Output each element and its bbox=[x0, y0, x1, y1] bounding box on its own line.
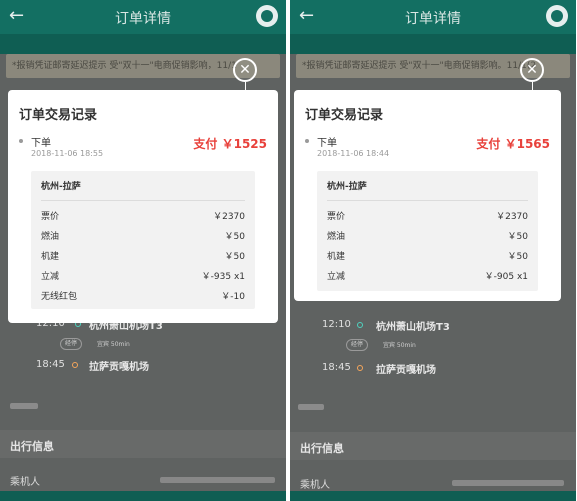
arrival-airport: 拉萨贡嘎机场 bbox=[89, 362, 149, 373]
fee-row: 机建 ￥50 bbox=[327, 247, 528, 267]
fee-label: 燃油 bbox=[327, 232, 346, 242]
fee-value: ￥50 bbox=[507, 232, 528, 242]
screen-right: ← 订单详情 *报销凭证邮寄延迟提示 受"双十一"电商促销影响。11/1(2 1… bbox=[290, 0, 576, 501]
bottom-bar bbox=[290, 491, 576, 501]
departure-airport: 杭州萧山机场T3 bbox=[376, 322, 450, 333]
passenger-label: 乘机人 bbox=[10, 477, 40, 488]
arrival-dot bbox=[357, 365, 363, 371]
fee-value: ￥2370 bbox=[496, 212, 528, 222]
departure-time: 12:10 bbox=[322, 319, 351, 330]
fee-row: 机建 ￥50 bbox=[41, 247, 245, 267]
fee-row: 无线红包 ￥-10 bbox=[41, 287, 245, 307]
arrival-airport: 拉萨贡嘎机场 bbox=[376, 365, 436, 376]
fee-card: 杭州-拉萨 票价 ￥2370 燃油 ￥50 机建 ￥50 立减 ￥-935 x1 无线红… bbox=[31, 171, 255, 309]
fee-label: 机建 bbox=[41, 252, 60, 262]
pay-amount: 支付 ￥1565 bbox=[476, 137, 550, 151]
section-header: 出行信息 bbox=[0, 430, 286, 458]
order-label: 下单 bbox=[31, 138, 51, 149]
fee-value: ￥50 bbox=[224, 232, 245, 242]
page-title: 订单详情 bbox=[405, 11, 461, 27]
fee-label: 立减 bbox=[41, 272, 60, 282]
bullet-icon bbox=[19, 139, 23, 143]
departure-dot bbox=[357, 322, 363, 328]
fee-row: 立减 ￥-935 x1 bbox=[41, 267, 245, 287]
transaction-modal: 订单交易记录 下单 2018-11-06 18:55 支付 ￥1525 杭州-拉… bbox=[8, 90, 278, 323]
blurred-text bbox=[10, 403, 38, 409]
order-time: 2018-11-06 18:55 bbox=[31, 149, 104, 158]
close-connector bbox=[245, 82, 246, 90]
route-label: 杭州-拉萨 bbox=[327, 179, 528, 201]
fee-value: ￥-905 x1 bbox=[484, 272, 528, 282]
passenger-row[interactable]: 乘机人 bbox=[0, 462, 286, 492]
arrival-dot bbox=[72, 362, 78, 368]
stop-duration: 宜宾 50min bbox=[383, 342, 416, 349]
customer-service-icon[interactable] bbox=[256, 5, 278, 27]
fee-label: 燃油 bbox=[41, 232, 60, 242]
header-strip bbox=[0, 34, 286, 54]
close-icon[interactable]: ✕ bbox=[520, 58, 544, 82]
transaction-modal: 订单交易记录 下单 2018-11-06 18:44 支付 ￥1565 杭州-拉… bbox=[294, 90, 561, 301]
fee-card: 杭州-拉萨 票价 ￥2370 燃油 ￥50 机建 ￥50 立减 ￥-905 x1 bbox=[317, 171, 538, 291]
fee-row: 票价 ￥2370 bbox=[41, 207, 245, 227]
top-bar: ← 订单详情 bbox=[290, 0, 576, 34]
customer-service-icon[interactable] bbox=[546, 5, 568, 27]
fee-label: 机建 bbox=[327, 252, 346, 262]
close-connector bbox=[532, 82, 533, 90]
bullet-icon bbox=[305, 139, 309, 143]
fee-value: ￥50 bbox=[507, 252, 528, 262]
order-record: 下单 2018-11-06 18:55 支付 ￥1525 bbox=[17, 135, 269, 167]
stop-duration: 宜宾 50min bbox=[97, 341, 130, 348]
fee-label: 票价 bbox=[41, 212, 60, 222]
fee-value: ￥-10 bbox=[221, 292, 245, 302]
fee-row: 立减 ￥-905 x1 bbox=[327, 267, 528, 287]
modal-title: 订单交易记录 bbox=[305, 108, 384, 123]
fee-value: ￥2370 bbox=[213, 212, 245, 222]
stop-badge: 经停 bbox=[346, 339, 369, 351]
modal-title: 订单交易记录 bbox=[19, 108, 98, 123]
order-label: 下单 bbox=[317, 138, 337, 149]
route-label: 杭州-拉萨 bbox=[41, 179, 245, 201]
fee-row: 票价 ￥2370 bbox=[327, 207, 528, 227]
section-title: 出行信息 bbox=[300, 442, 344, 455]
section-title: 出行信息 bbox=[10, 440, 54, 453]
header-strip bbox=[290, 34, 576, 54]
screen-left: ← 订单详情 *报销凭证邮寄延迟提示 受"双十一"电商促销影响，11/1 12:… bbox=[0, 0, 286, 501]
top-bar: ← 订单详情 bbox=[0, 0, 286, 34]
fee-label: 无线红包 bbox=[41, 292, 78, 302]
fee-row: 燃油 ￥50 bbox=[41, 227, 245, 247]
order-time: 2018-11-06 18:44 bbox=[317, 149, 390, 158]
page-title: 订单详情 bbox=[115, 11, 171, 27]
fee-value: ￥50 bbox=[224, 252, 245, 262]
passenger-label: 乘机人 bbox=[300, 480, 330, 491]
fee-row: 燃油 ￥50 bbox=[327, 227, 528, 247]
close-icon[interactable]: ✕ bbox=[233, 58, 257, 82]
bottom-bar bbox=[0, 491, 286, 501]
section-header: 出行信息 bbox=[290, 432, 576, 460]
fee-label: 票价 bbox=[327, 212, 346, 222]
passenger-name-redacted bbox=[452, 480, 564, 486]
arrival-time: 18:45 bbox=[36, 359, 65, 370]
passenger-name-redacted bbox=[160, 477, 275, 483]
fee-label: 立减 bbox=[327, 272, 346, 282]
blurred-text bbox=[298, 404, 324, 410]
arrival-time: 18:45 bbox=[322, 362, 351, 373]
fee-value: ￥-935 x1 bbox=[201, 272, 245, 282]
pay-amount: 支付 ￥1525 bbox=[193, 137, 267, 151]
order-record: 下单 2018-11-06 18:44 支付 ￥1565 bbox=[303, 135, 552, 167]
stop-badge: 经停 bbox=[60, 338, 83, 350]
